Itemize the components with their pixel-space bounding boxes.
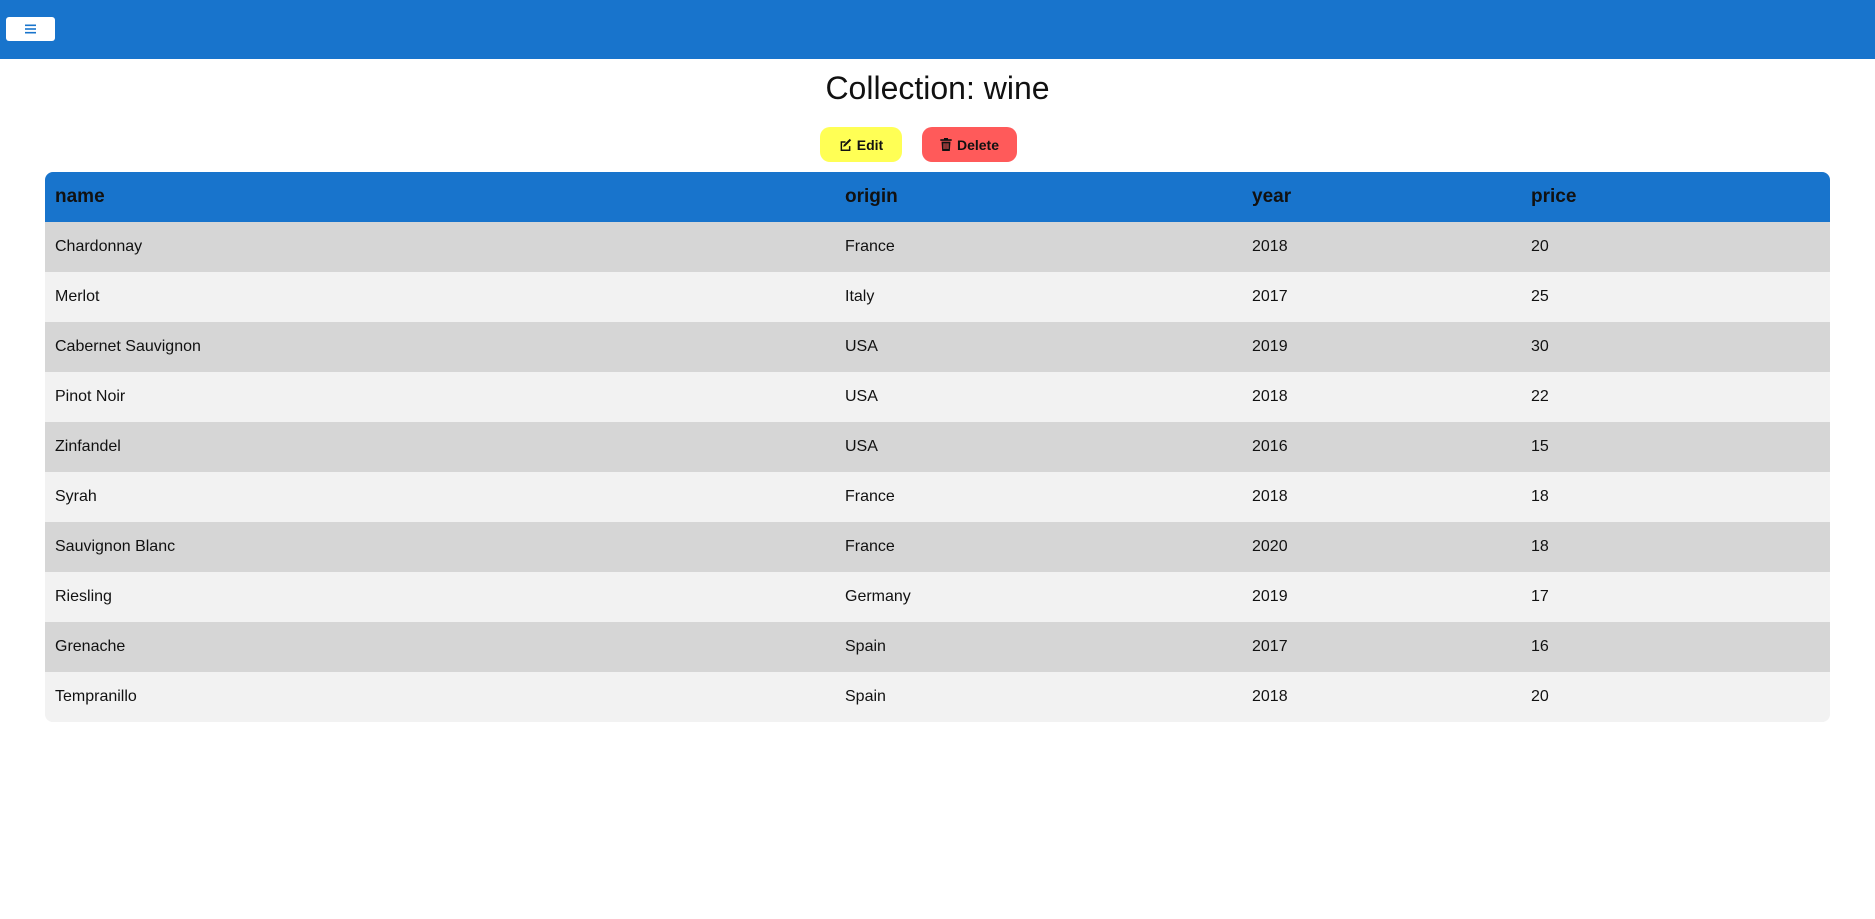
cell-year: 2017	[1252, 638, 1288, 655]
cell-price: 16	[1531, 638, 1549, 655]
cell-year: 2018	[1252, 688, 1288, 705]
edit-button[interactable]: Edit	[820, 127, 902, 162]
cell-year: 2018	[1252, 238, 1288, 255]
table-row[interactable]: Syrah France 2018 18	[45, 472, 1830, 522]
cell-origin: Germany	[845, 588, 911, 605]
cell-price: 18	[1531, 488, 1549, 505]
cell-name: Riesling	[55, 588, 112, 605]
table-row[interactable]: Zinfandel USA 2016 15	[45, 422, 1830, 472]
cell-name: Grenache	[55, 638, 126, 655]
table-header-row: name origin year price	[45, 172, 1830, 222]
cell-name: Syrah	[55, 488, 97, 505]
cell-year: 2018	[1252, 488, 1288, 505]
trash-icon	[940, 138, 952, 151]
table-row[interactable]: Tempranillo Spain 2018 20	[45, 672, 1830, 722]
column-header-price[interactable]: price	[1521, 172, 1830, 222]
table-row[interactable]: Riesling Germany 2019 17	[45, 572, 1830, 622]
cell-price: 15	[1531, 438, 1549, 455]
column-header-year[interactable]: year	[1242, 172, 1521, 222]
cell-name: Merlot	[55, 288, 100, 305]
table-row[interactable]: Merlot Italy 2017 25	[45, 272, 1830, 322]
collection-table-container: name origin year price Chardonnay France…	[45, 172, 1830, 722]
cell-origin: Spain	[845, 688, 886, 705]
cell-year: 2020	[1252, 538, 1288, 555]
table-row[interactable]: Pinot Noir USA 2018 22	[45, 372, 1830, 422]
cell-name: Tempranillo	[55, 688, 137, 705]
cell-origin: USA	[845, 338, 878, 355]
cell-name: Sauvignon Blanc	[55, 538, 176, 555]
column-header-name[interactable]: name	[45, 172, 835, 222]
cell-year: 2018	[1252, 388, 1288, 405]
column-header-origin[interactable]: origin	[835, 172, 1242, 222]
cell-year: 2019	[1252, 338, 1288, 355]
cell-name: Cabernet Sauvignon	[55, 338, 201, 355]
edit-button-label: Edit	[856, 136, 884, 153]
top-app-bar	[0, 0, 1875, 59]
cell-origin: France	[845, 488, 895, 505]
cell-year: 2016	[1252, 438, 1288, 455]
edit-icon	[840, 138, 851, 151]
cell-price: 17	[1531, 588, 1549, 605]
table-row[interactable]: Grenache Spain 2017 16	[45, 622, 1830, 672]
cell-price: 20	[1531, 238, 1549, 255]
cell-origin: Italy	[845, 288, 875, 305]
cell-year: 2017	[1252, 288, 1288, 305]
table-row[interactable]: Chardonnay France 2018 20	[45, 222, 1830, 272]
cell-origin: Spain	[845, 638, 886, 655]
cell-origin: France	[845, 538, 895, 555]
cell-price: 18	[1531, 538, 1549, 555]
cell-name: Pinot Noir	[55, 388, 126, 405]
page-title: Collection: wine	[825, 70, 1050, 106]
delete-button-label: Delete	[956, 136, 1000, 153]
cell-price: 22	[1531, 388, 1549, 405]
cell-origin: France	[845, 238, 895, 255]
hamburger-icon	[25, 24, 36, 34]
collection-table: name origin year price Chardonnay France…	[45, 172, 1830, 722]
cell-name: Chardonnay	[55, 238, 143, 255]
delete-button[interactable]: Delete	[922, 127, 1017, 162]
cell-price: 30	[1531, 338, 1549, 355]
cell-name: Zinfandel	[55, 438, 121, 455]
cell-origin: USA	[845, 388, 878, 405]
cell-origin: USA	[845, 438, 878, 455]
table-row[interactable]: Sauvignon Blanc France 2020 18	[45, 522, 1830, 572]
cell-price: 25	[1531, 288, 1549, 305]
menu-button[interactable]	[6, 17, 55, 41]
cell-year: 2019	[1252, 588, 1288, 605]
cell-price: 20	[1531, 688, 1549, 705]
table-row[interactable]: Cabernet Sauvignon USA 2019 30	[45, 322, 1830, 372]
